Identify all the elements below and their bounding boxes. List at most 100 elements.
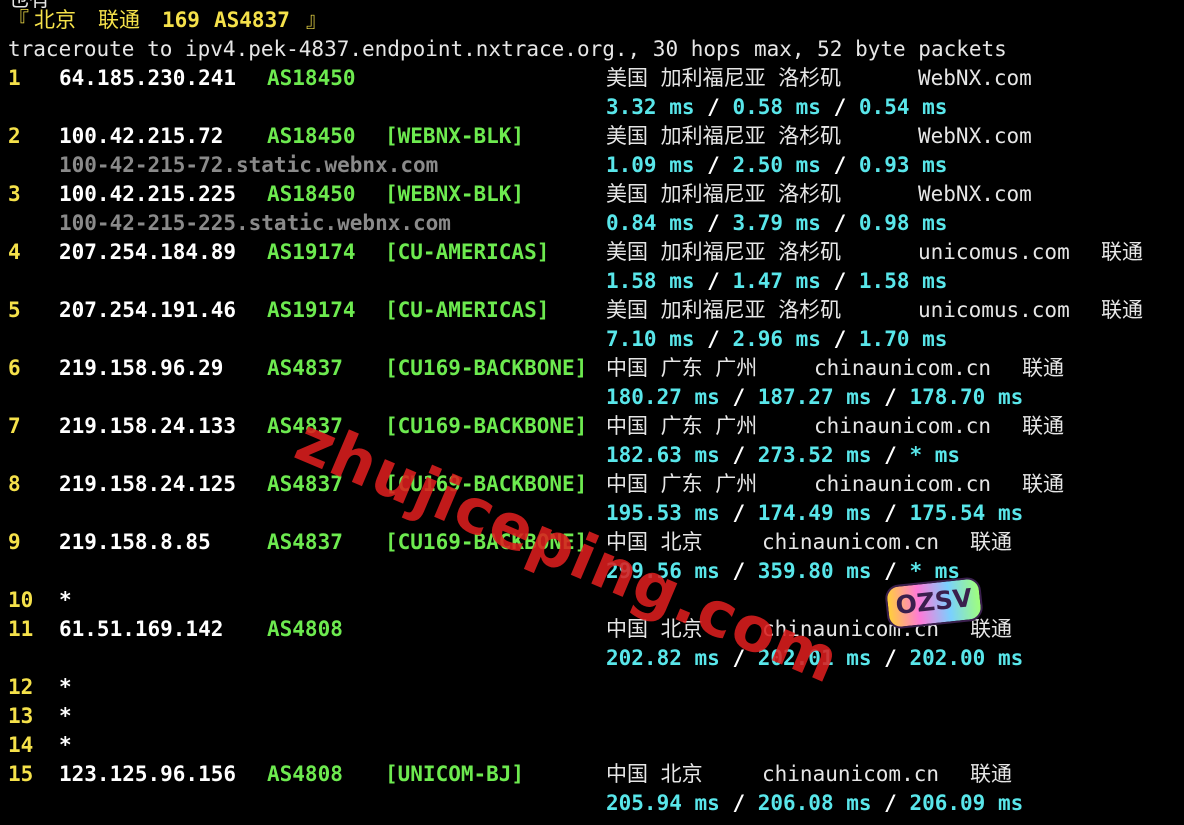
hop-rtt-value: 1.70 ms	[858, 327, 948, 351]
hop-rtt-value: 3.79 ms	[732, 211, 821, 235]
hop-asn: AS18450	[267, 182, 356, 206]
hop-asn: AS4808	[267, 762, 343, 786]
hop-org-domain: chinaunicom.cn	[814, 356, 992, 380]
hop-ptr-hostname: 100-42-215-225.static.webnx.com	[59, 211, 451, 235]
hop-rtt-value: * ms	[909, 443, 961, 467]
hop-network-tag: [CU169-BACKBONE]	[385, 414, 588, 438]
hop-rtt-value: 202.82 ms	[606, 646, 720, 670]
hop-org-domain: unicomus.com	[918, 240, 1070, 264]
hop-rtt-value: 1.58 ms	[606, 269, 695, 293]
rtt-separator: /	[694, 211, 733, 235]
rtt-separator: /	[871, 791, 910, 815]
rtt-separator: /	[871, 443, 910, 467]
rtt-separator: /	[871, 559, 910, 583]
hop-geo-location: 中国 北京	[606, 762, 703, 786]
hop-asn: AS19174	[267, 298, 356, 322]
hop-rtt-value: 180.27 ms	[606, 385, 720, 409]
hop-geo-location: 中国 广东 广州	[606, 414, 758, 438]
rtt-separator: /	[719, 791, 758, 815]
terminal-window[interactable]: 也有测实测效果 被测试结果已经说明了关于是否适用的 送往国内的话可以测试的 参数…	[0, 0, 1184, 825]
hop-network-tag: [UNICOM-BJ]	[385, 762, 525, 786]
rtt-separator: /	[871, 646, 910, 670]
hop-isp: 联通	[1101, 240, 1143, 264]
hop-number: 2	[8, 124, 21, 148]
rtt-separator: /	[694, 269, 733, 293]
hop-ip: 100.42.215.225	[59, 182, 237, 206]
hop-network-tag: [WEBNX-BLK]	[385, 124, 525, 148]
hop-number: 8	[8, 472, 21, 496]
hop-ip: 219.158.24.133	[59, 414, 237, 438]
rtt-separator: /	[871, 501, 910, 525]
hop-ip: 219.158.24.125	[59, 472, 237, 496]
hop-number: 10	[8, 588, 34, 612]
hop-rtt-group: 180.27 ms / 187.27 ms / 178.70 ms	[606, 383, 1023, 412]
hop-rtt-group: 3.32 ms / 0.58 ms / 0.54 ms	[606, 93, 947, 122]
hop-network-tag: [CU169-BACKBONE]	[385, 530, 588, 554]
hop-number: 9	[8, 530, 21, 554]
hop-ip: 100.42.215.72	[59, 124, 224, 148]
hop-rtt-value: 299.56 ms	[606, 559, 720, 583]
hop-ip: 207.254.184.89	[59, 240, 237, 264]
hop-rtt-value: 2.96 ms	[732, 327, 821, 351]
hop-asn: AS4837	[267, 356, 343, 380]
hop-rtt-group: 1.09 ms / 2.50 ms / 0.93 ms	[606, 151, 947, 180]
hop-geo-location: 美国 加利福尼亚 洛杉矶	[606, 298, 842, 322]
hop-geo-location: 美国 加利福尼亚 洛杉矶	[606, 240, 842, 264]
hop-network-tag: [CU169-BACKBONE]	[385, 472, 588, 496]
hop-ip: 61.51.169.142	[59, 617, 224, 641]
hop-isp: 联通	[1022, 414, 1064, 438]
hop-rtt-group: 182.63 ms / 273.52 ms / * ms	[606, 441, 960, 470]
hop-number: 1	[8, 66, 21, 90]
hop-geo-location: 美国 加利福尼亚 洛杉矶	[606, 124, 842, 148]
hop-asn: AS18450	[267, 66, 356, 90]
hop-geo-location: 中国 广东 广州	[606, 356, 758, 380]
hop-isp: 联通	[970, 530, 1012, 554]
hop-number: 7	[8, 414, 21, 438]
traceroute-text: traceroute to ipv4.pek-4837.endpoint.nxt…	[8, 37, 1007, 61]
traceroute-command-line: traceroute to ipv4.pek-4837.endpoint.nxt…	[0, 35, 1007, 64]
rtt-separator: /	[719, 559, 758, 583]
hop-rtt-value: 273.52 ms	[757, 443, 872, 467]
hop-number: 14	[8, 733, 34, 757]
hop-ip: *	[59, 588, 72, 612]
hop-rtt-value: 1.58 ms	[858, 269, 948, 293]
hop-rtt-value: 0.98 ms	[858, 211, 948, 235]
hop-asn: AS4837	[267, 472, 343, 496]
hop-network-tag: [CU-AMERICAS]	[385, 240, 550, 264]
header-line: 『 北京 联通 169 AS4837 』	[0, 6, 327, 35]
hop-ip: 219.158.96.29	[59, 356, 224, 380]
hop-ip: 123.125.96.156	[59, 762, 237, 786]
hop-rtt-value: 206.08 ms	[757, 791, 872, 815]
hop-isp: 联通	[970, 762, 1012, 786]
rtt-separator: /	[871, 385, 910, 409]
hop-rtt-group: 1.58 ms / 1.47 ms / 1.58 ms	[606, 267, 947, 296]
hop-rtt-value: 359.80 ms	[757, 559, 872, 583]
hop-number: 11	[8, 617, 34, 641]
hop-geo-location: 中国 广东 广州	[606, 472, 758, 496]
hop-asn: AS4808	[267, 617, 343, 641]
header-asn: AS4837	[214, 8, 290, 32]
hop-rtt-value: 174.49 ms	[757, 501, 872, 525]
hop-rtt-value: 187.27 ms	[757, 385, 872, 409]
hop-rtt-value: 205.94 ms	[606, 791, 720, 815]
hop-rtt-group: 299.56 ms / 359.80 ms / * ms	[606, 557, 960, 586]
hop-network-tag: [CU-AMERICAS]	[385, 298, 550, 322]
rtt-separator: /	[719, 501, 758, 525]
hop-rtt-group: 195.53 ms / 174.49 ms / 175.54 ms	[606, 499, 1023, 528]
rtt-separator: /	[719, 385, 758, 409]
header-code: 169	[162, 8, 200, 32]
hop-rtt-value: 3.32 ms	[606, 95, 695, 119]
hop-rtt-value: 195.53 ms	[606, 501, 720, 525]
hop-rtt-value: 202.00 ms	[909, 646, 1024, 670]
hop-rtt-value: 206.09 ms	[909, 791, 1024, 815]
hop-rtt-value: 7.10 ms	[606, 327, 695, 351]
rtt-separator: /	[820, 95, 859, 119]
hop-network-tag: [WEBNX-BLK]	[385, 182, 525, 206]
hop-isp: 联通	[1101, 298, 1143, 322]
hop-isp: 联通	[1022, 472, 1064, 496]
hop-rtt-value: 0.54 ms	[858, 95, 948, 119]
hop-rtt-value: 2.50 ms	[732, 153, 821, 177]
hop-number: 5	[8, 298, 21, 322]
hop-asn: AS4837	[267, 530, 343, 554]
hop-number: 4	[8, 240, 21, 264]
